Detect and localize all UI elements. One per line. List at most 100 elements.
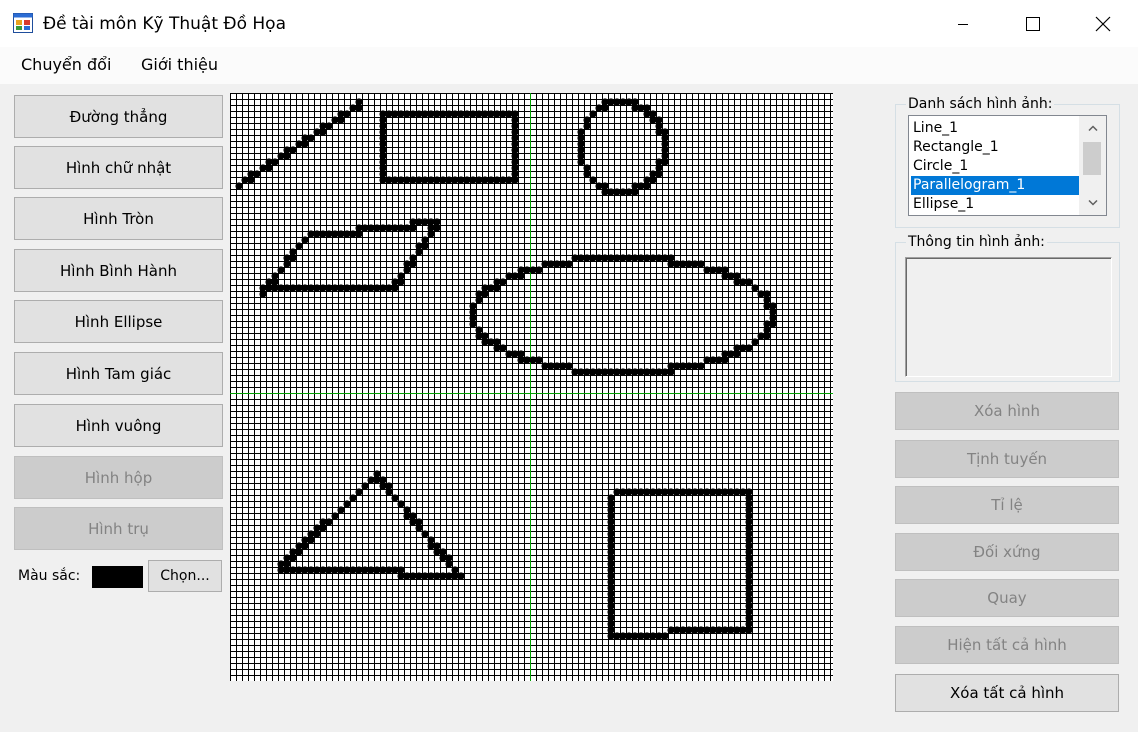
show-all-button[interactable]: Hiện tất cả hình: [895, 626, 1119, 664]
minimize-button[interactable]: [928, 0, 998, 47]
image-info-title: Thông tin hình ảnh:: [906, 234, 1047, 250]
rotate-button[interactable]: Quay: [895, 579, 1119, 617]
scroll-down-button[interactable]: [1079, 193, 1106, 213]
ellipse-pixel: [475, 326, 483, 334]
rectangle-button[interactable]: Hình chữ nhật: [14, 146, 223, 189]
ellipse-pixel: [769, 308, 777, 316]
triangle-pixel: [445, 560, 453, 568]
ellipse-pixel: [697, 260, 705, 268]
circle-pixel: [577, 128, 585, 136]
triangle-pixel: [337, 506, 345, 514]
ellipse-pixel: [541, 362, 549, 370]
menu-bar: Chuyển đổi Giới thiệu: [0, 47, 1138, 84]
triangle-pixel: [349, 494, 357, 502]
ellipse-pixel: [565, 260, 573, 268]
list-item[interactable]: Line_1: [911, 119, 1079, 138]
circle-pixel: [661, 140, 669, 148]
image-info-box: [905, 257, 1112, 377]
ellipse-pixel: [751, 338, 759, 346]
cylinder-button[interactable]: Hình trụ: [14, 507, 223, 550]
ellipse-pixel: [469, 302, 477, 310]
drawing-canvas[interactable]: [230, 93, 833, 681]
circle-pixel: [589, 110, 597, 118]
delete-all-button[interactable]: Xóa tất cả hình: [895, 674, 1119, 712]
triangle-pixel: [415, 524, 423, 532]
maximize-button[interactable]: [998, 0, 1068, 47]
color-swatch: [92, 566, 143, 588]
triangle-pixel: [391, 494, 399, 502]
line-pixel: [325, 122, 333, 130]
window-title: Đề tài môn Kỹ Thuật Đồ Họa: [43, 14, 286, 34]
list-item[interactable]: Rectangle_1: [911, 138, 1079, 157]
parallelogram-pixel: [427, 230, 435, 238]
triangle-pixel: [325, 518, 333, 526]
ellipse-pixel: [751, 284, 759, 292]
symmetry-button[interactable]: Đối xứng: [895, 533, 1119, 571]
box-button[interactable]: Hình hộp: [14, 456, 223, 499]
parallelogram-pixel: [295, 242, 303, 250]
triangle-pixel: [367, 476, 375, 484]
square-button[interactable]: Hình vuông: [14, 404, 223, 447]
triangle-pixel: [385, 488, 393, 496]
ellipse-pixel: [499, 278, 507, 286]
color-label: Màu sắc:: [18, 568, 81, 584]
close-icon: [1095, 16, 1111, 31]
windows-form-icon: [13, 13, 33, 33]
canvas-grid: [230, 93, 833, 681]
parallelogram-pixel: [301, 236, 309, 244]
ellipse-pixel: [571, 368, 579, 376]
triangle-pixel: [421, 530, 429, 538]
parallelogram-button[interactable]: Hình Bình Hành: [14, 249, 223, 292]
ellipse-pixel: [505, 350, 513, 358]
translate-button[interactable]: Tịnh tuyến: [895, 440, 1119, 478]
line-pixel: [307, 134, 315, 142]
close-button[interactable]: [1068, 0, 1138, 47]
line-pixel: [253, 170, 261, 178]
ellipse-pixel: [703, 356, 711, 364]
circle-pixel: [583, 116, 591, 124]
triangle-pixel: [331, 512, 339, 520]
circle-button[interactable]: Hình Tròn: [14, 197, 223, 240]
parallelogram-pixel: [403, 266, 411, 274]
choose-color-button[interactable]: Chọn...: [148, 560, 222, 592]
scale-button[interactable]: Tỉ lệ: [895, 486, 1119, 524]
line-pixel: [235, 182, 243, 190]
triangle-pixel: [355, 488, 363, 496]
triangle-button[interactable]: Hình Tam giác: [14, 352, 223, 395]
triangle-pixel: [397, 500, 405, 508]
line-pixel: [271, 158, 279, 166]
triangle-pixel: [361, 482, 369, 490]
line-pixel: [343, 110, 351, 118]
triangle-pixel: [343, 500, 351, 508]
list-item-selected[interactable]: Parallelogram_1: [911, 176, 1079, 195]
parallelogram-pixel: [415, 248, 423, 256]
circle-pixel: [595, 182, 603, 190]
square-pixel: [607, 500, 615, 508]
image-list-title: Danh sách hình ảnh:: [906, 96, 1055, 112]
chevron-down-icon: [1087, 200, 1098, 206]
line-pixel: [355, 98, 363, 106]
scroll-up-button[interactable]: [1079, 118, 1106, 138]
menu-gioi-thieu[interactable]: Giới thiệu: [141, 55, 218, 75]
list-item[interactable]: Ellipse_1: [911, 195, 1079, 214]
title-bar: Đề tài môn Kỹ Thuật Đồ Họa: [0, 0, 1138, 47]
square-pixel: [667, 626, 675, 634]
parallelogram-pixel: [289, 248, 297, 256]
ellipse-button[interactable]: Hình Ellipse: [14, 300, 223, 343]
rectangle-pixel: [379, 116, 387, 124]
line-button[interactable]: Đường thẳng: [14, 95, 223, 138]
list-item[interactable]: Circle_1: [911, 157, 1079, 176]
minimize-icon: [958, 23, 968, 25]
parallelogram-pixel: [259, 284, 267, 292]
delete-shape-button[interactable]: Xóa hình: [895, 392, 1119, 430]
scroll-thumb[interactable]: [1083, 142, 1101, 175]
chevron-up-icon: [1087, 125, 1098, 131]
ellipse-pixel: [757, 332, 765, 340]
menu-chuyen-doi[interactable]: Chuyển đổi: [21, 55, 111, 75]
parallelogram-pixel: [277, 266, 285, 274]
ellipse-pixel: [535, 266, 543, 274]
list-scrollbar[interactable]: [1079, 116, 1106, 215]
circle-pixel: [589, 176, 597, 184]
image-listbox[interactable]: Line_1 Rectangle_1 Circle_1 Parallelogra…: [908, 115, 1107, 216]
ellipse-pixel: [745, 278, 753, 286]
